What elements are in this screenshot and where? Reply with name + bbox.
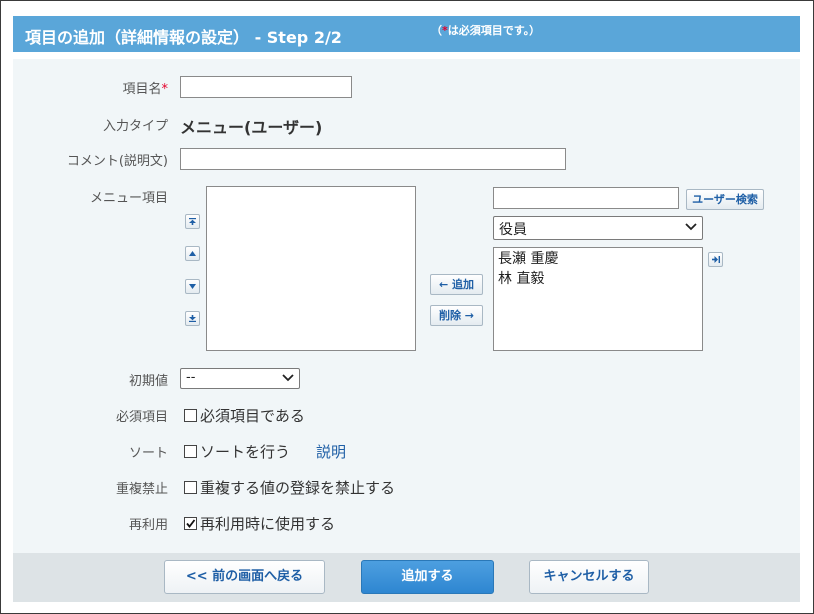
group-select[interactable]: 役員 bbox=[493, 216, 703, 240]
item-name-input[interactable] bbox=[180, 76, 352, 98]
item-name-label-text: 項目名 bbox=[122, 82, 162, 97]
user-search-input[interactable] bbox=[493, 187, 679, 209]
required-note: （*は必須項目です。） bbox=[431, 22, 540, 38]
checkmark-icon bbox=[186, 519, 196, 528]
move-top-button[interactable] bbox=[185, 214, 200, 229]
checkbox-box[interactable] bbox=[184, 517, 197, 530]
selected-items-listbox[interactable] bbox=[206, 186, 416, 351]
triangle-down-icon bbox=[189, 284, 196, 289]
page-header: 項目の追加（詳細情報の設定） - Step 2/2 （*は必須項目です。） bbox=[13, 16, 800, 52]
add-all-button[interactable] bbox=[708, 252, 723, 267]
reuse-checkbox[interactable]: 再利用時に使用する bbox=[184, 513, 335, 534]
comment-input[interactable] bbox=[180, 148, 566, 170]
arrow-to-top-icon bbox=[189, 218, 196, 225]
comment-label: コメント(説明文) bbox=[66, 154, 168, 169]
checkbox-box[interactable] bbox=[184, 409, 197, 422]
triangle-up-icon bbox=[189, 251, 196, 256]
sort-checkbox[interactable]: ソートを行う bbox=[184, 441, 290, 462]
move-bottom-button[interactable] bbox=[185, 311, 200, 326]
required-note-text: は必須項目です。） bbox=[447, 24, 541, 37]
add-item-button[interactable]: ← 追加 bbox=[430, 274, 483, 295]
arrow-to-right-icon bbox=[712, 256, 720, 263]
candidate-user-item[interactable]: 林 直毅 bbox=[494, 269, 702, 289]
item-name-label: 項目名* bbox=[122, 78, 168, 97]
no-duplicate-checkbox[interactable]: 重複する値の登録を禁止する bbox=[184, 477, 395, 498]
required-option-label: 必須項目である bbox=[200, 407, 305, 425]
initial-value-select-value: -- bbox=[186, 370, 196, 385]
initial-value-label: 初期値 bbox=[128, 374, 168, 389]
back-button[interactable]: << 前の画面へ戻る bbox=[164, 560, 325, 594]
delete-item-button[interactable]: 削除 → bbox=[430, 305, 483, 326]
no-duplicate-label: 重複禁止 bbox=[115, 482, 168, 497]
menu-items-label: メニュー項目 bbox=[89, 191, 168, 206]
add-button[interactable]: 追加する bbox=[361, 560, 494, 594]
reuse-option-label: 再利用時に使用する bbox=[200, 515, 336, 533]
page-title: 項目の追加（詳細情報の設定） - Step 2/2 bbox=[25, 28, 342, 47]
checkbox-box[interactable] bbox=[184, 445, 197, 458]
cancel-button[interactable]: キャンセルする bbox=[529, 560, 649, 594]
chevron-down-icon bbox=[282, 374, 294, 382]
move-up-button[interactable] bbox=[185, 246, 200, 261]
reuse-label: 再利用 bbox=[128, 518, 168, 533]
required-label: 必須項目 bbox=[115, 410, 168, 425]
required-mark: * bbox=[161, 82, 169, 97]
arrow-to-bottom-icon bbox=[189, 315, 196, 322]
sort-label: ソート bbox=[128, 446, 168, 461]
required-note-open: （ bbox=[431, 24, 442, 37]
input-type-label: 入力タイプ bbox=[102, 119, 168, 134]
candidate-user-item[interactable]: 長瀬 重慶 bbox=[494, 249, 702, 269]
user-search-button[interactable]: ユーザー検索 bbox=[686, 189, 764, 210]
input-type-value: メニュー(ユーザー) bbox=[180, 118, 323, 137]
no-duplicate-option-label: 重複する値の登録を禁止する bbox=[200, 479, 396, 497]
required-checkbox[interactable]: 必須項目である bbox=[184, 405, 305, 426]
move-down-button[interactable] bbox=[185, 279, 200, 294]
group-select-value: 役員 bbox=[499, 222, 527, 238]
checkbox-box[interactable] bbox=[184, 481, 197, 494]
candidate-users-listbox[interactable]: 長瀬 重慶 林 直毅 bbox=[493, 247, 703, 351]
chevron-down-icon bbox=[685, 223, 697, 231]
sort-help-link[interactable]: 説明 bbox=[316, 441, 346, 462]
initial-value-select[interactable]: -- bbox=[180, 368, 300, 389]
sort-option-label: ソートを行う bbox=[200, 443, 291, 461]
